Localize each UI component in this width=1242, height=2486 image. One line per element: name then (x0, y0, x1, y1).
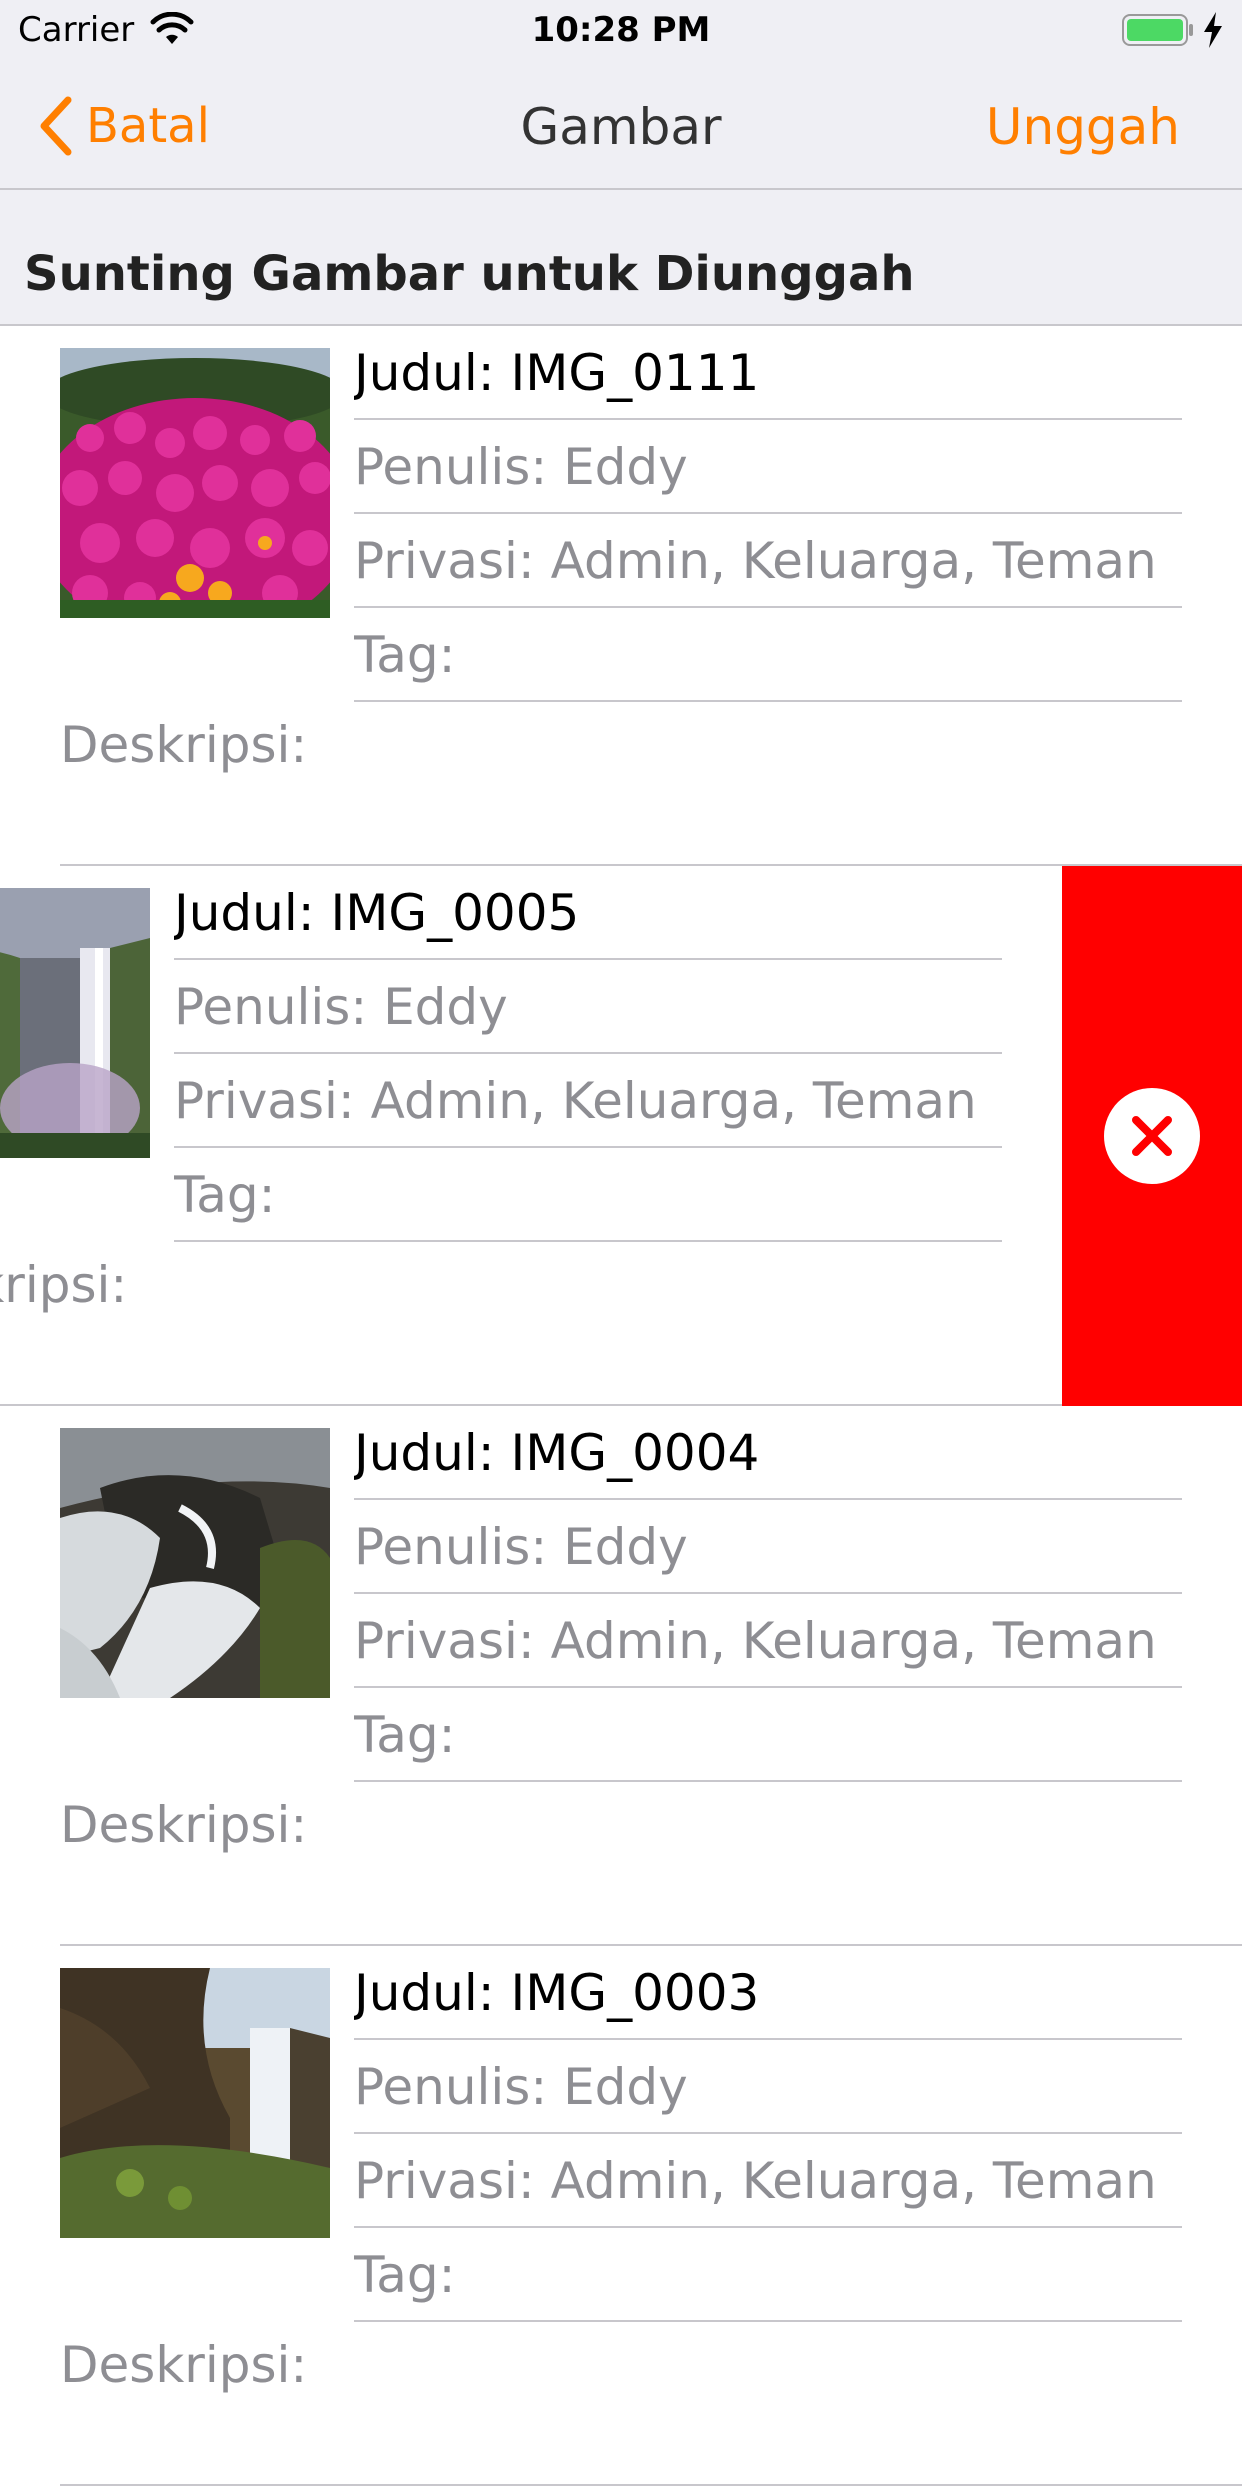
privacy-field[interactable]: Privasi: Admin, Keluarga, Teman (174, 1054, 1002, 1148)
image-row[interactable]: Judul: IMG_0004 Penulis: Eddy Privasi: A… (0, 1406, 1242, 1946)
tags-field[interactable]: Tag: (354, 608, 1182, 702)
image-thumbnail[interactable] (60, 1428, 330, 1698)
upload-button[interactable]: Unggah (986, 98, 1180, 156)
title-field[interactable]: Judul: IMG_0003 (354, 1946, 1182, 2040)
privacy-field[interactable]: Privasi: Admin, Keluarga, Teman (354, 2134, 1182, 2228)
pink-flowers-image (60, 348, 330, 618)
rocky-stream-image (60, 1428, 330, 1698)
navigation-bar: Batal Gambar Unggah (0, 62, 1242, 190)
privacy-field[interactable]: Privasi: Admin, Keluarga, Teman (354, 1594, 1182, 1688)
section-title: Sunting Gambar untuk Diunggah (24, 246, 915, 302)
title-field[interactable]: Judul: IMG_0004 (354, 1406, 1182, 1500)
privacy-field[interactable]: Privasi: Admin, Keluarga, Teman (354, 514, 1182, 608)
tags-field[interactable]: Tag: (354, 2228, 1182, 2322)
author-field[interactable]: Penulis: Eddy (354, 1500, 1182, 1594)
description-field[interactable]: Deskripsi: (60, 2322, 1242, 2486)
author-field[interactable]: Penulis: Eddy (354, 2040, 1182, 2134)
delete-row-button[interactable] (1062, 866, 1242, 1406)
delete-circle (1104, 1088, 1200, 1184)
title-field[interactable]: Judul: IMG_0005 (174, 866, 1002, 960)
battery-icon (1122, 14, 1193, 46)
image-thumbnail[interactable] (60, 348, 330, 618)
image-thumbnail[interactable] (60, 1968, 330, 2238)
description-field[interactable]: Deskripsi: (60, 702, 1242, 866)
author-field[interactable]: Penulis: Eddy (174, 960, 1002, 1054)
image-row[interactable]: Judul: IMG_0003 Penulis: Eddy Privasi: A… (0, 1946, 1242, 2486)
close-icon (1132, 1116, 1172, 1156)
tags-field[interactable]: Tag: (354, 1688, 1182, 1782)
image-thumbnail[interactable] (0, 888, 150, 1158)
status-bar: Carrier 10:28 PM (0, 0, 1242, 62)
clock: 10:28 PM (531, 10, 711, 50)
description-field[interactable]: Deskripsi: (0, 1242, 1062, 1406)
cliff-waterfall-image (60, 1968, 330, 2238)
description-field[interactable]: Deskripsi: (60, 1782, 1242, 1946)
author-field[interactable]: Penulis: Eddy (354, 420, 1182, 514)
title-field[interactable]: Judul: IMG_0111 (354, 326, 1182, 420)
tags-field[interactable]: Tag: (174, 1148, 1002, 1242)
section-header: Sunting Gambar untuk Diunggah (0, 190, 1242, 326)
waterfall-image (0, 888, 150, 1158)
image-row[interactable]: Judul: IMG_0005 Penulis: Eddy Privasi: A… (0, 866, 1242, 1406)
charging-bolt-icon (1204, 12, 1222, 48)
image-row[interactable]: Judul: IMG_0111 Penulis: Eddy Privasi: A… (0, 326, 1242, 866)
